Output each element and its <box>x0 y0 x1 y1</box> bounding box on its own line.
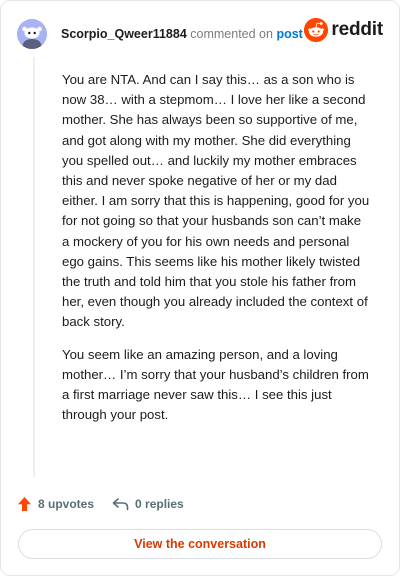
replies-button[interactable]: 0 replies <box>112 497 184 511</box>
comment-header: Scorpio_Qweer11884 commented on post red… <box>17 18 383 50</box>
comment-card: Scorpio_Qweer11884 commented on post red… <box>0 0 400 576</box>
comment-actions: 8 upvotes 0 replies <box>17 494 184 514</box>
reply-count: 0 replies <box>135 497 184 511</box>
username[interactable]: Scorpio_Qweer11884 <box>61 27 187 41</box>
reddit-logo-icon <box>304 18 329 42</box>
upvote-count: 8 upvotes <box>38 497 95 511</box>
upvote-arrow-icon <box>18 497 31 511</box>
comment-body: You are NTA. And can I say this… as a so… <box>62 70 372 437</box>
reply-arrow-icon <box>112 498 129 511</box>
comment-paragraph-1: You are NTA. And can I say this… as a so… <box>62 72 370 330</box>
post-link[interactable]: post <box>276 27 302 41</box>
snoo-avatar-icon[interactable] <box>17 19 47 49</box>
thread-line <box>33 57 35 477</box>
view-conversation-button[interactable]: View the conversation <box>18 529 382 559</box>
comment-paragraph-2: You seem like an amazing person, and a l… <box>62 346 369 423</box>
upvote-button[interactable]: 8 upvotes <box>17 496 94 512</box>
author-line: Scorpio_Qweer11884 commented on post <box>61 27 303 41</box>
reddit-wordmark: reddit <box>331 19 383 40</box>
reddit-brand[interactable]: reddit <box>304 18 383 42</box>
action-text: commented on <box>190 27 273 41</box>
